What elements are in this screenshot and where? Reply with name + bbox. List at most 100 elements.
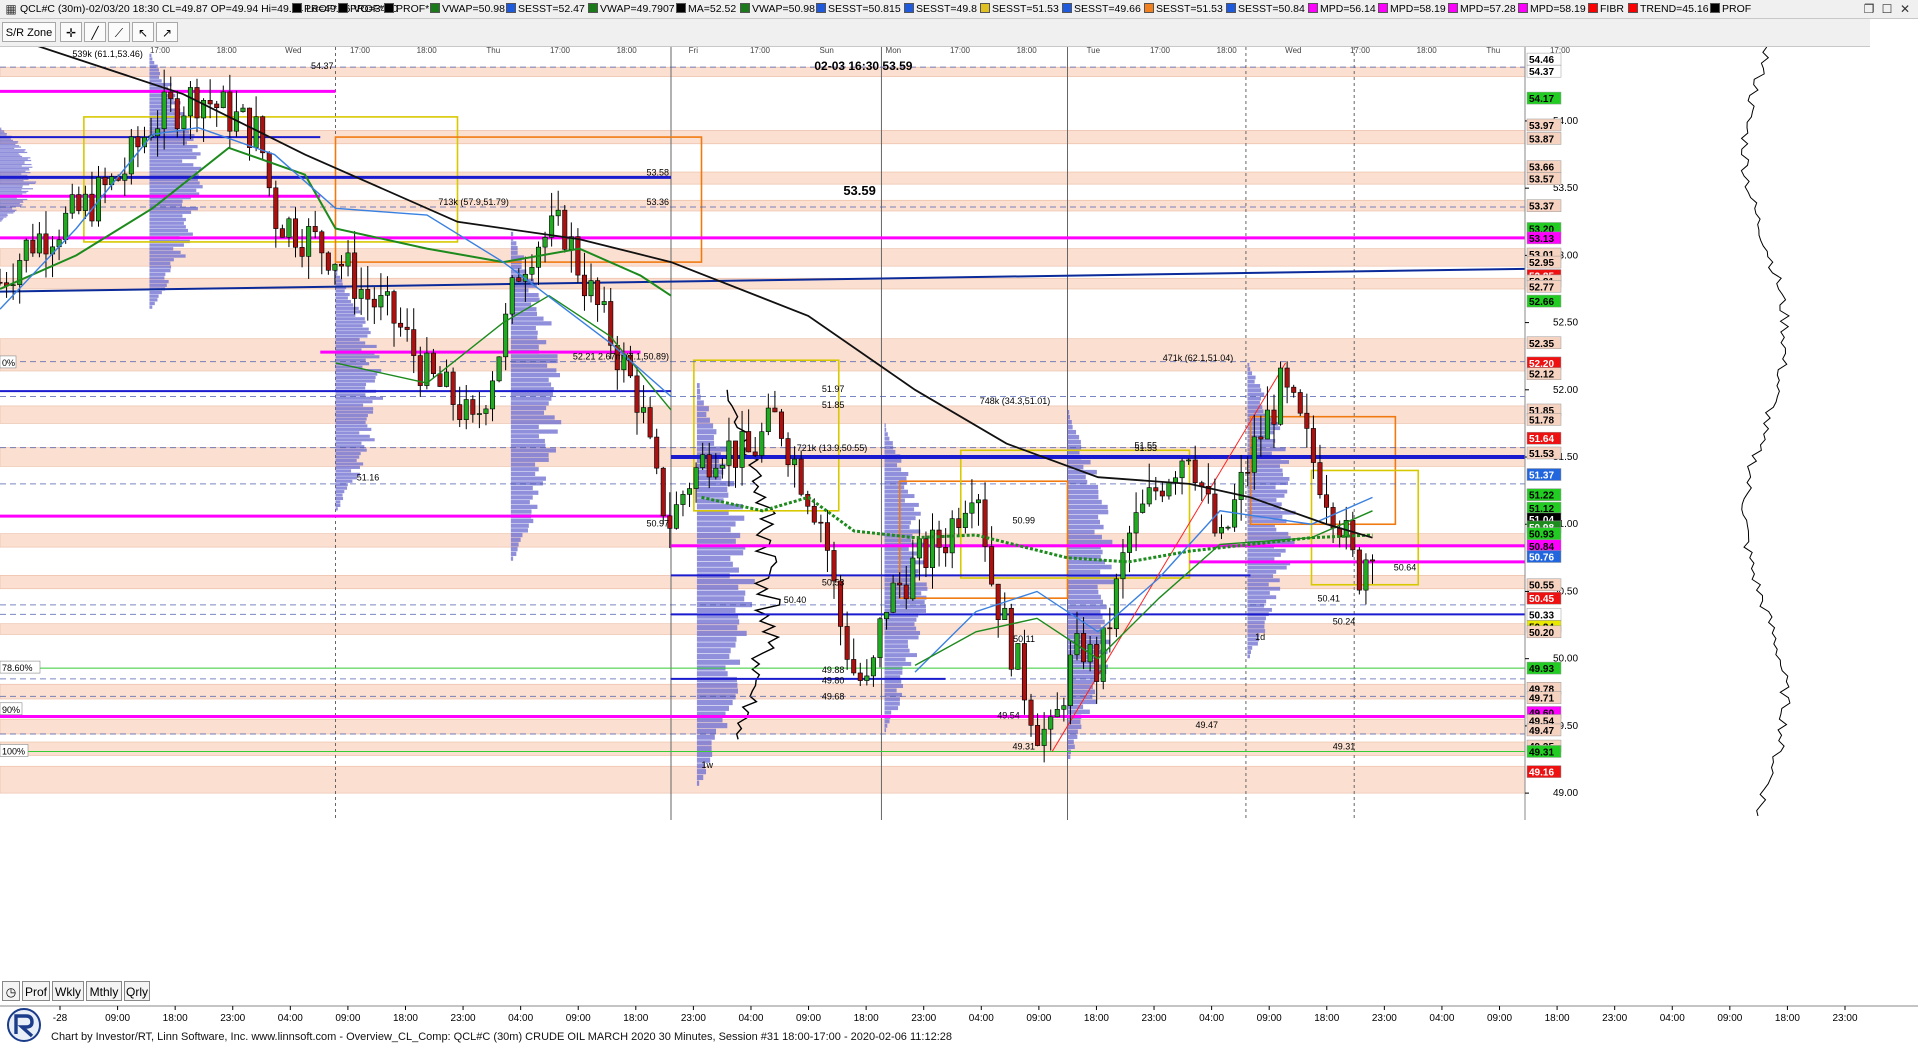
- indicator-legend-20[interactable]: PROF: [1710, 3, 1751, 16]
- indicator-legend-6[interactable]: MA=52.52: [676, 3, 736, 16]
- level-label: 50.97: [646, 518, 669, 528]
- clock-icon[interactable]: ◷: [2, 981, 20, 1001]
- volume-profile-bar: [0, 198, 28, 201]
- candle-body: [1304, 412, 1310, 429]
- tab-wkly[interactable]: Wkly: [52, 981, 84, 1001]
- candle-body: [253, 116, 259, 148]
- volume-profile-bar: [884, 591, 922, 596]
- volume-profile-bar: [696, 555, 731, 562]
- volume-profile-bar: [1067, 569, 1101, 575]
- indicator-legend-8[interactable]: SESST=50.815: [816, 3, 901, 16]
- indicator-legend-0[interactable]: PROF*: [292, 3, 337, 16]
- volume-profile-bar: [510, 532, 523, 538]
- indicator-legend-9[interactable]: SESST=49.8: [904, 3, 977, 16]
- price-label: 52.35: [1529, 339, 1554, 350]
- x-tick-label: 23:00: [911, 1013, 936, 1024]
- volume-profile-bar: [149, 228, 189, 233]
- candle-body: [273, 187, 279, 229]
- candle-body: [398, 322, 404, 328]
- day-label: 17:00: [1550, 46, 1571, 55]
- volume-profile-bar: [884, 520, 911, 525]
- indicator-legend-15[interactable]: MPD=58.19: [1378, 3, 1446, 16]
- volume-profile-bar: [884, 432, 888, 437]
- candle-body: [673, 504, 679, 529]
- candle-body: [943, 547, 949, 554]
- candle-body: [312, 226, 318, 233]
- volume-profile-bar: [1247, 388, 1262, 393]
- candle-body: [299, 247, 305, 257]
- candle-body: [739, 431, 745, 468]
- day-label: 18:00: [1017, 46, 1038, 55]
- volume-profile-bar: [335, 486, 348, 490]
- indicator-legend-1[interactable]: PROF*: [338, 3, 383, 16]
- tab-mthly[interactable]: Mthly: [86, 981, 122, 1001]
- volume-profile-bar: [884, 710, 892, 715]
- tab-prof[interactable]: Prof: [22, 981, 50, 1001]
- volume-profile-bar: [696, 423, 714, 429]
- indicator-legend-7[interactable]: VWAP=50.98: [740, 3, 815, 16]
- cross-icon[interactable]: ✛: [60, 22, 82, 42]
- pointer-icon[interactable]: ↖: [132, 22, 154, 42]
- tab-qrly[interactable]: Qrly: [124, 981, 150, 1001]
- indicator-legend-12[interactable]: SESST=51.53: [1144, 3, 1223, 16]
- price-chart[interactable]: 54.37 53.58 53.36 52.21 2.67m (7.1,50.89) 51…: [0, 0, 1918, 1047]
- indicator-legend-18[interactable]: FIBR: [1588, 3, 1624, 16]
- volume-profile-bar: [335, 293, 350, 297]
- level-label: 721k (13.9,50.55): [797, 443, 868, 453]
- arrow-icon[interactable]: ↗: [156, 22, 178, 42]
- grid-menu-icon[interactable]: ▦: [2, 1, 20, 17]
- x-tick-label: 23:00: [1602, 1013, 1627, 1024]
- indicator-legend-13[interactable]: SESST=50.84: [1226, 3, 1305, 16]
- close-window-icon[interactable]: ✕: [1896, 1, 1914, 17]
- volume-profile-bar: [696, 636, 737, 642]
- indicator-legend-11[interactable]: SESST=49.66: [1062, 3, 1141, 16]
- volume-profile-bar: [149, 170, 198, 174]
- volume-profile-bar: [510, 321, 552, 326]
- volume-profile-bar: [335, 400, 373, 404]
- candle-body: [1251, 436, 1257, 473]
- volume-profile-bar: [149, 265, 172, 269]
- indicator-legend-17[interactable]: MPD=58.19: [1518, 3, 1586, 16]
- volume-profile-bar: [149, 163, 194, 167]
- volume-profile-bar: [510, 293, 539, 298]
- volume-profile-bar: [510, 358, 558, 364]
- level-label: 51.55: [1134, 440, 1157, 450]
- indicator-legend-5[interactable]: VWAP=49.7907: [588, 3, 675, 16]
- volume-profile-bar: [884, 547, 909, 552]
- indicator-legend-10[interactable]: SESST=51.53: [980, 3, 1059, 16]
- price-label: 49.16: [1529, 768, 1554, 779]
- volume-profile-bar: [0, 213, 8, 215]
- volume-profile-bar: [335, 317, 365, 321]
- volume-profile-bar: [0, 208, 13, 210]
- indicator-label: MPD=57.28: [1460, 3, 1516, 15]
- indicator-legend-19[interactable]: TREND=45.16: [1628, 3, 1709, 16]
- candle-body: [69, 194, 75, 214]
- sr-zone-button[interactable]: S/R Zone: [2, 22, 56, 42]
- candle-body: [266, 152, 272, 189]
- indicator-legend-16[interactable]: MPD=57.28: [1448, 3, 1516, 16]
- indicator-legend-14[interactable]: MPD=56.14: [1308, 3, 1376, 16]
- volume-profile-bar: [149, 305, 153, 309]
- volume-profile-bar: [149, 243, 184, 247]
- indicator-legend-2[interactable]: PROF*: [384, 3, 429, 16]
- line-icon[interactable]: ╱: [84, 22, 106, 42]
- restore-window-icon[interactable]: ❐: [1860, 1, 1878, 17]
- candle-body: [378, 295, 384, 308]
- volume-profile-bar: [696, 699, 733, 706]
- volume-profile-bar: [149, 225, 186, 229]
- bottom-tab-bar: ◷ Prof Wkly Mthly Qrly: [0, 981, 160, 1003]
- volume-profile-bar: [1247, 379, 1255, 384]
- candle-body: [1015, 643, 1021, 670]
- indicator-legend-4[interactable]: SESST=52.47: [506, 3, 585, 16]
- volume-profile-bar: [149, 155, 197, 160]
- line2-icon[interactable]: ⟋: [108, 22, 130, 42]
- volume-profile-bar: [335, 375, 376, 380]
- volume-profile-bar: [884, 525, 910, 529]
- sr-zone-band: [0, 765, 1526, 794]
- indicator-legend-3[interactable]: VWAP=50.98: [430, 3, 505, 16]
- volume-profile-bar: [510, 490, 539, 495]
- volume-profile-bar: [696, 388, 701, 395]
- maximize-window-icon[interactable]: ☐: [1878, 1, 1896, 17]
- candle-body: [1179, 460, 1185, 479]
- volume-profile-bar: [1067, 529, 1095, 535]
